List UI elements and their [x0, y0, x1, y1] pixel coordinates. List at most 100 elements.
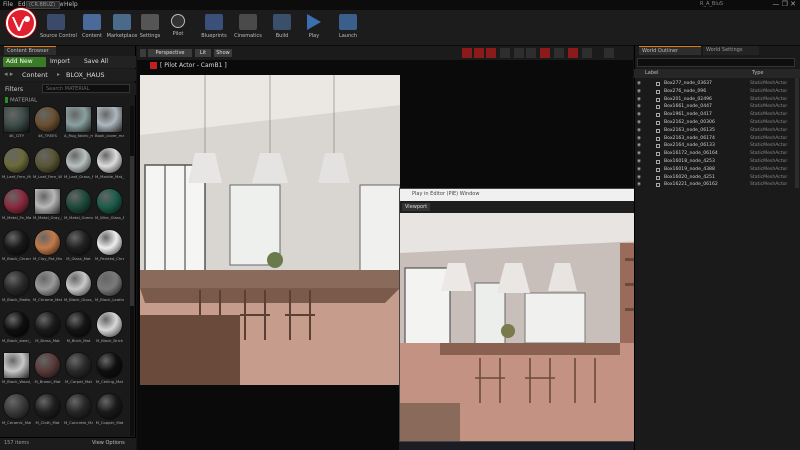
menu-file[interactable]: File [3, 1, 13, 8]
visibility-eye-icon[interactable]: ◉ [637, 158, 641, 166]
menu-help[interactable]: Help [64, 1, 78, 8]
outliner-row[interactable]: ◉ Box16018_node_4253 StaticMeshActor [634, 158, 794, 166]
asset-tile[interactable]: M_Concrete_Mat [64, 393, 93, 432]
pilot-button[interactable]: Pilot [162, 12, 194, 44]
asset-tile[interactable]: M_Cloth_Mat [33, 393, 62, 432]
asset-tile[interactable]: M_Leaf_Fern_Wall [33, 147, 62, 186]
outliner-row[interactable]: ◉ Box277_node_03637 StaticMeshActor [634, 80, 794, 88]
grid-snap-icon[interactable] [540, 48, 550, 58]
asset-tile[interactable]: M_Chrome_Mat [33, 270, 62, 309]
cinematics-button[interactable]: Cinematics [232, 12, 264, 44]
visibility-eye-icon[interactable]: ◉ [637, 150, 641, 158]
asset-tile[interactable]: A_Rug_fabric_mat [64, 106, 93, 145]
outliner-row[interactable]: ◉ Box16020_node_4251 StaticMeshActor [634, 174, 794, 182]
asset-tile[interactable]: M_Marble_Mat_01 [95, 147, 124, 186]
window-controls[interactable]: — ❐ ✕ [772, 0, 796, 10]
asset-tile[interactable]: M_Black_Chrome [2, 229, 31, 268]
visibility-eye-icon[interactable]: ◉ [637, 135, 641, 143]
asset-tile[interactable]: M_Ceramic_Mat [2, 393, 31, 432]
asset-tile[interactable]: M_Metal_Green_Mat [64, 188, 93, 227]
outliner-row[interactable]: ◉ Box2162_node_00306 StaticMeshActor [634, 119, 794, 127]
build-button[interactable]: Build [266, 12, 298, 44]
content-button[interactable]: Content [76, 12, 108, 44]
import-button[interactable]: Import [50, 57, 70, 67]
asset-tile[interactable]: M_Carpet_Mat [64, 352, 93, 391]
tab-world-outliner[interactable]: World Outliner [639, 46, 701, 55]
asset-tile[interactable]: M_Black_Matte_mat [2, 270, 31, 309]
select-tool-icon[interactable] [462, 48, 472, 58]
rotation-snap-icon[interactable] [554, 48, 564, 58]
outliner-row[interactable]: ◉ Box1961_node_0417 StaticMeshActor [634, 111, 794, 119]
maximize-viewport-icon[interactable] [604, 48, 614, 58]
rotate-tool-icon[interactable] [486, 48, 496, 58]
visibility-eye-icon[interactable]: ◉ [637, 88, 641, 96]
outliner-scrollbar[interactable] [795, 78, 799, 188]
outliner-row[interactable]: ◉ Box2164_node_06133 StaticMeshActor [634, 142, 794, 150]
level-tab[interactable]: (CR.BBUZ) [26, 1, 60, 9]
blueprints-button[interactable]: Blueprints [198, 12, 230, 44]
outliner-row[interactable]: ◉ Box16019_node_4388 StaticMeshActor [634, 166, 794, 174]
add-new-button[interactable]: Add New [3, 57, 46, 67]
asset-tile[interactable]: M_Metal_Gray_Mat [33, 188, 62, 227]
asset-tile[interactable]: M_Black_Brick [95, 311, 124, 350]
breadcrumb-content[interactable]: Content [22, 71, 48, 79]
lit-button[interactable]: Lit [195, 49, 211, 57]
save-all-button[interactable]: Save All [84, 57, 108, 67]
scale-tool-icon[interactable] [500, 48, 510, 58]
asset-tile[interactable]: M_Wire_Glass_Mat [95, 188, 124, 227]
asset-search-input[interactable]: Search MATERIAL [42, 84, 130, 93]
camera-speed-icon[interactable] [582, 48, 592, 58]
world-local-icon[interactable] [514, 48, 524, 58]
breadcrumb-folder[interactable]: BLOX_HAUS [66, 71, 104, 79]
asset-tile[interactable]: M_Leaf_Fern_Mat [2, 147, 31, 186]
outliner-row[interactable]: ◉ Box16221_node_06162 StaticMeshActor [634, 181, 794, 189]
asset-tile[interactable]: M_Black_Leather [95, 270, 124, 309]
outliner-row[interactable]: ◉ Box276_node_096 StaticMeshActor [634, 88, 794, 96]
asset-tile[interactable]: M_Painted_Chrome [95, 229, 124, 268]
move-tool-icon[interactable] [474, 48, 484, 58]
outliner-row[interactable]: ◉ Box1661_node_0447 StaticMeshActor [634, 103, 794, 111]
asset-scrollbar[interactable] [130, 106, 134, 436]
asset-tile[interactable]: M_Brick_Mat [64, 311, 93, 350]
asset-tile[interactable]: 4K_TREES [33, 106, 62, 145]
tab-world-settings[interactable]: World Settings [703, 46, 759, 55]
scale-snap-icon[interactable] [568, 48, 578, 58]
filters-button[interactable]: Filters [5, 86, 23, 93]
pilot-lock-icon[interactable] [150, 62, 157, 69]
visibility-eye-icon[interactable]: ◉ [637, 111, 641, 119]
perspective-button[interactable]: Perspective [148, 49, 192, 57]
visibility-eye-icon[interactable]: ◉ [637, 181, 641, 189]
asset-tile[interactable]: M_Leaf_Grass_Mat [64, 147, 93, 186]
visibility-eye-icon[interactable]: ◉ [637, 80, 641, 88]
visibility-eye-icon[interactable]: ◉ [637, 103, 641, 111]
asset-tile[interactable]: M_Clay_Pot_Mat [33, 229, 62, 268]
visibility-eye-icon[interactable]: ◉ [637, 119, 641, 127]
asset-tile[interactable]: M_Copper_Mat [95, 393, 124, 432]
asset-tile[interactable]: M_Brass_Mat [33, 311, 62, 350]
outliner-row[interactable]: ◉ Box2163_node_06135 StaticMeshActor [634, 127, 794, 135]
asset-tile[interactable]: 4K_CITY [2, 106, 31, 145]
launch-button[interactable]: Launch [332, 12, 364, 44]
label-column-header[interactable]: Label [645, 70, 659, 76]
asset-tile[interactable]: M_Black_Gloss_Mat [64, 270, 93, 309]
surface-snap-icon[interactable] [526, 48, 536, 58]
asset-tile[interactable]: Book_cover_mat_06 [95, 106, 124, 145]
asset-tile[interactable]: M_Black_Wood_Mat [2, 352, 31, 391]
asset-tile[interactable]: M_Black_steel_mat [2, 311, 31, 350]
view-options-button[interactable]: View Options [92, 440, 125, 446]
outliner-search-input[interactable] [637, 58, 795, 67]
show-button[interactable]: Show [214, 49, 232, 57]
viewport-menu-icon[interactable] [140, 49, 146, 57]
asset-tile[interactable]: M_Metal_Fe_Mat [2, 188, 31, 227]
outliner-row[interactable]: ◉ Box201_node_02496 StaticMeshActor [634, 96, 794, 104]
back-arrow-icon[interactable]: ◂ ▸ [4, 70, 13, 78]
outliner-row[interactable]: ◉ Box2163_node_06174 StaticMeshActor [634, 135, 794, 143]
visibility-eye-icon[interactable]: ◉ [637, 127, 641, 135]
visibility-eye-icon[interactable]: ◉ [637, 174, 641, 182]
type-column-header[interactable]: Type [752, 70, 763, 76]
asset-tile[interactable]: M_Brown_Mat [33, 352, 62, 391]
visibility-eye-icon[interactable]: ◉ [637, 166, 641, 174]
play-button[interactable]: Play [298, 12, 330, 44]
visibility-eye-icon[interactable]: ◉ [637, 96, 641, 104]
asset-tile[interactable]: M_Glass_Mat [64, 229, 93, 268]
